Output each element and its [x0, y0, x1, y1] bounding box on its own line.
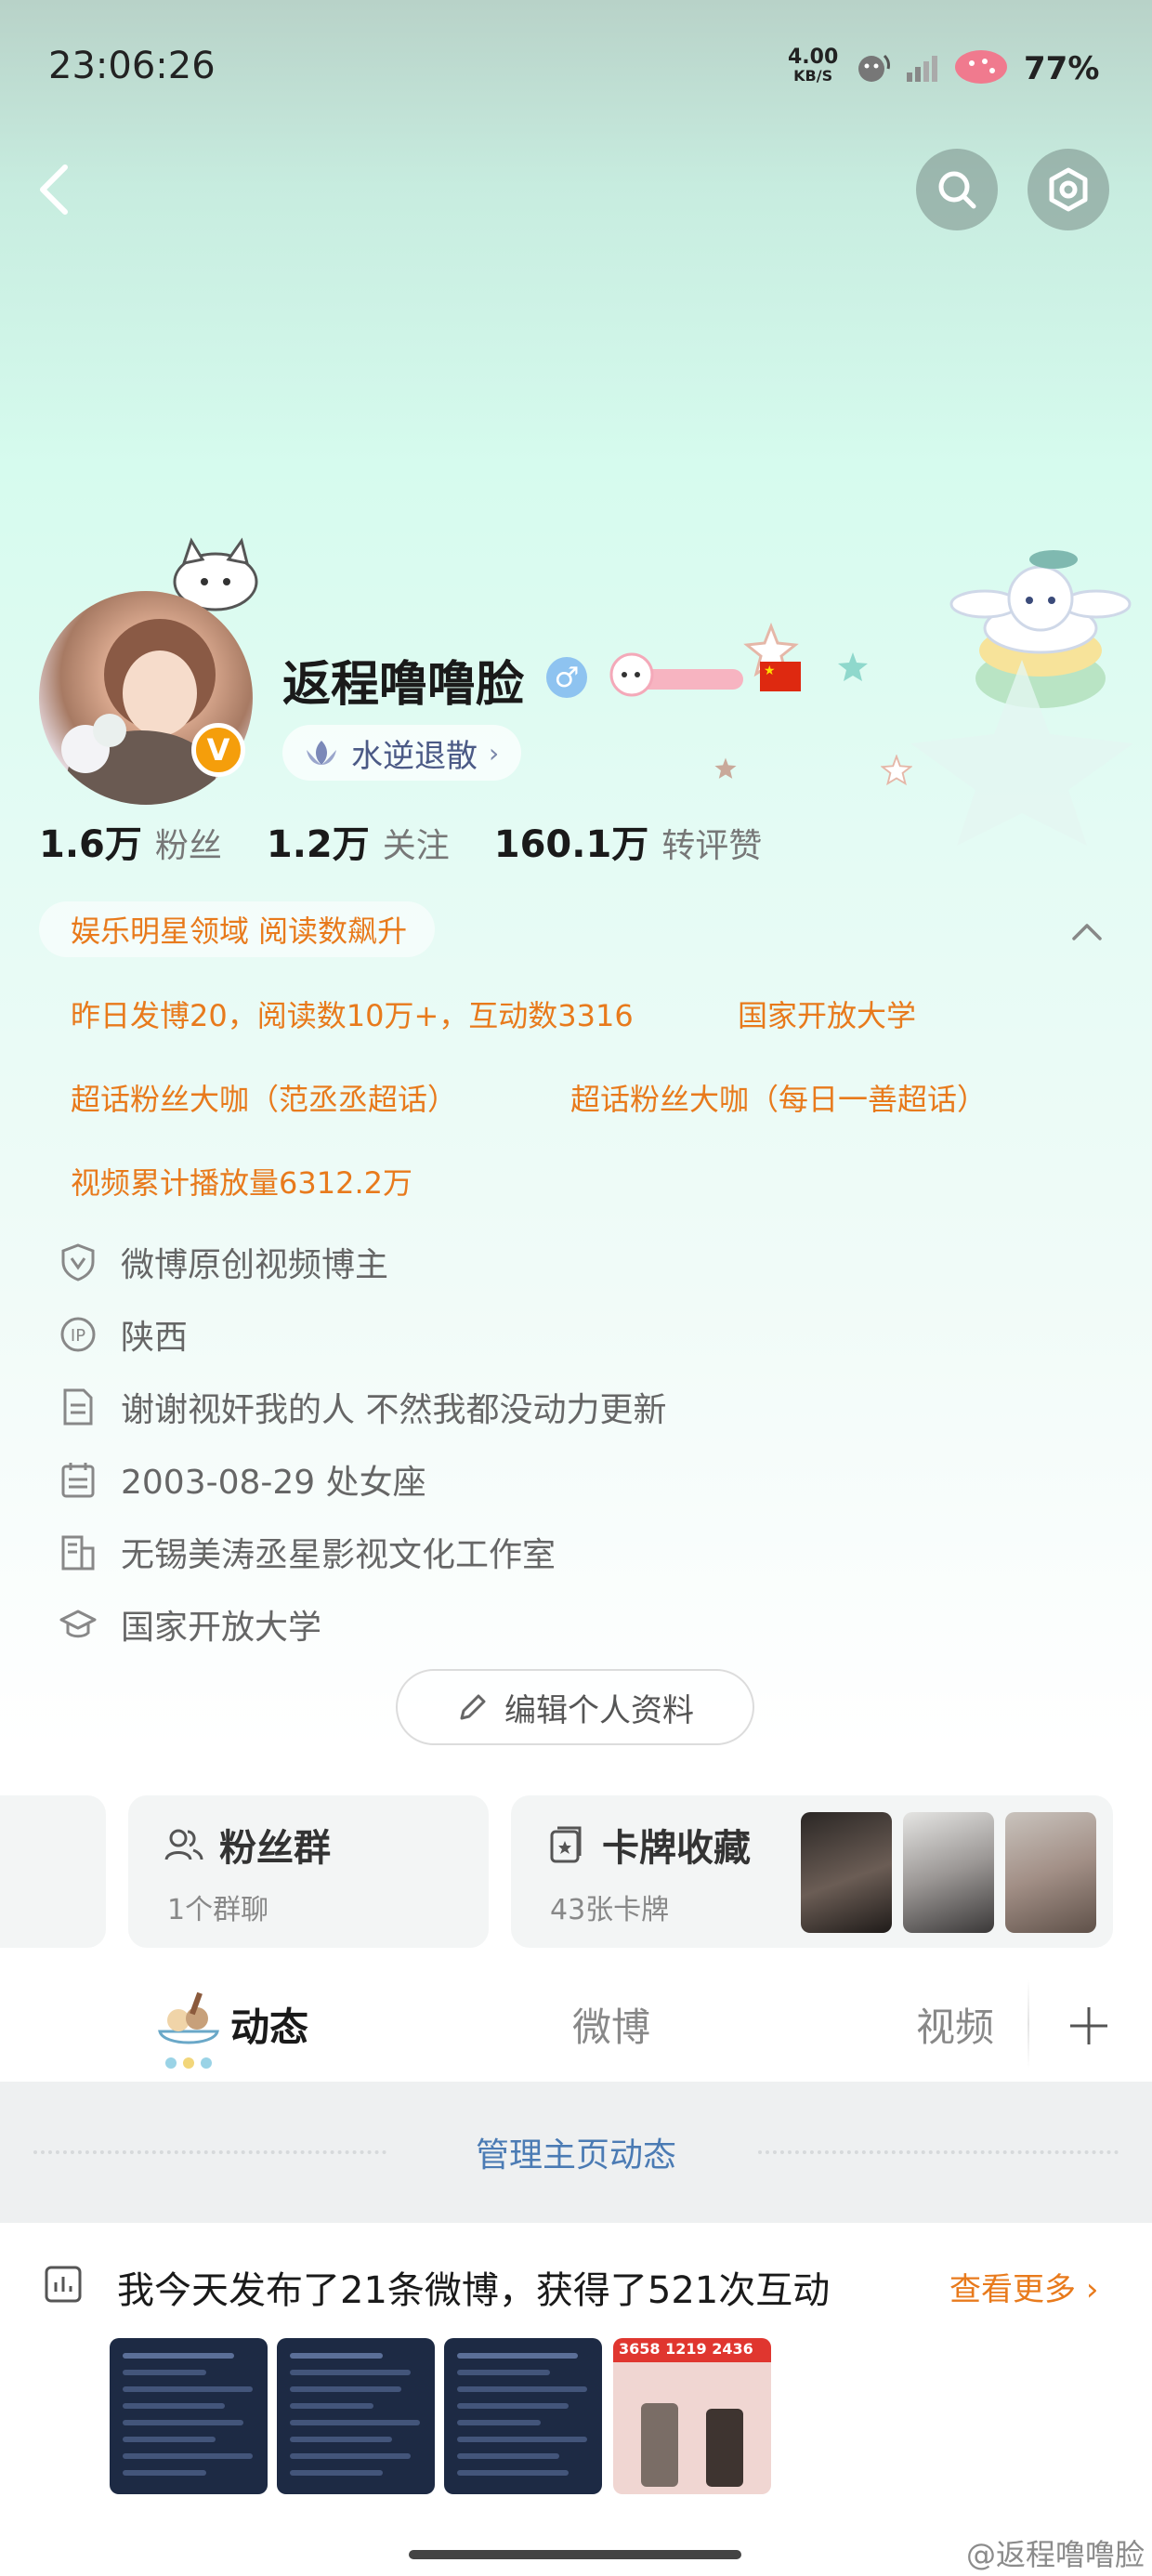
- settings-button[interactable]: [1028, 149, 1109, 230]
- info-text: 国家开放大学: [121, 1609, 322, 1647]
- member-badge-icon[interactable]: [608, 651, 747, 703]
- status-time: 23:06:26: [48, 45, 216, 87]
- following-count[interactable]: 1.2万: [267, 814, 370, 868]
- info-text: 无锡美涛丞星影视文化工作室: [121, 1536, 556, 1574]
- star-icon: [838, 652, 868, 681]
- document-icon: [63, 1388, 93, 1426]
- card-collection-card[interactable]: 卡牌收藏 43张卡牌: [511, 1795, 1113, 1948]
- info-row-company: 无锡美涛丞星影视文化工作室: [58, 1528, 556, 1576]
- card-thumbnail: [801, 1812, 892, 1933]
- tag-supertopic-fan-1[interactable]: 超话粉丝大咖（范丞丞超话）: [71, 1076, 457, 1119]
- tab-weibo[interactable]: 微博: [572, 1996, 650, 2053]
- search-icon: [938, 171, 976, 209]
- search-button[interactable]: [916, 149, 998, 230]
- tag-yesterday-stats[interactable]: 昨日发博20，阅读数10万+，互动数3316: [71, 992, 634, 1035]
- tag-video-plays[interactable]: 视频累计播放量6312.2万: [71, 1160, 412, 1203]
- achievement-tags-header: 娱乐明星领域 阅读数飙升: [39, 901, 1117, 957]
- fan-group-card[interactable]: 粉丝群 1个群聊: [128, 1795, 489, 1948]
- graduation-cap-icon: [59, 1610, 97, 1638]
- group-tag-label: 水逆退散: [351, 737, 478, 775]
- dessert-tab-decoration-icon: [158, 1991, 219, 2069]
- interactions-count: 160.1万: [493, 823, 649, 866]
- chevron-up-icon[interactable]: [1068, 913, 1106, 950]
- fan-group-subtitle: 1个群聊: [167, 1894, 269, 1926]
- followers-count[interactable]: 1.6万: [39, 814, 142, 868]
- verified-badge: V: [191, 723, 245, 777]
- lotus-icon: [307, 741, 336, 765]
- card-collection-title: 卡牌收藏: [602, 1827, 751, 1870]
- battery-icon: [955, 50, 1007, 84]
- summary-thumbnail[interactable]: 3658 1219 2436: [613, 2338, 771, 2494]
- see-more-link[interactable]: 查看更多 ›: [949, 2264, 1098, 2309]
- info-row-birthday: 2003-08-29 处女座: [58, 1455, 426, 1504]
- tag-reads-rising[interactable]: 娱乐明星领域 阅读数飙升: [39, 901, 436, 957]
- net-speed-value: 4.00: [788, 46, 839, 69]
- following-label[interactable]: 关注: [383, 819, 450, 867]
- male-gender-icon: ♂: [546, 657, 587, 698]
- china-flag-icon: ★: [760, 662, 801, 691]
- card-collection-icon: [550, 1826, 582, 1863]
- shield-v-icon: [61, 1243, 95, 1281]
- content-tabs: 动态 微博 视频: [0, 1963, 1152, 2083]
- tab-divider: [1028, 1979, 1029, 2069]
- home-indicator[interactable]: [409, 2550, 741, 2559]
- profile-stats: 1.6万 粉丝 1.2万 关注 160.1万 转评赞: [39, 814, 806, 868]
- summary-thumbnail[interactable]: [110, 2338, 268, 2494]
- interactions-label: 转评赞: [661, 827, 763, 865]
- add-tab-icon[interactable]: [1067, 2004, 1111, 2048]
- info-text: 谢谢视奸我的人 不然我都没动力更新: [121, 1391, 667, 1429]
- edit-profile-button[interactable]: 编辑个人资料: [396, 1669, 754, 1745]
- edit-profile-label: 编辑个人资料: [504, 1691, 694, 1729]
- dotted-divider: [758, 2150, 1119, 2154]
- chevron-right-icon: ›: [489, 737, 500, 769]
- info-text: 微博原创视频博主: [121, 1246, 389, 1284]
- pencil-icon: [460, 1694, 486, 1720]
- star-icon: [714, 757, 737, 779]
- info-text: 陕西: [121, 1319, 189, 1357]
- battery-percent: 77%: [1024, 50, 1100, 87]
- followers-label[interactable]: 粉丝: [155, 819, 222, 867]
- signal-icon: [907, 56, 937, 82]
- card-thumbnail: [1005, 1812, 1096, 1933]
- manage-homepage-strip: 管理主页动态: [0, 2082, 1152, 2223]
- chart-icon: [45, 2266, 82, 2303]
- thumbnail-stats-text: 3658 1219 2436: [619, 2340, 753, 2358]
- tag-university[interactable]: 国家开放大学: [738, 992, 916, 1035]
- company-icon: [61, 1535, 95, 1571]
- tag-supertopic-fan-2[interactable]: 超话粉丝大咖（每日一善超话）: [570, 1076, 987, 1119]
- ip-icon: IP: [60, 1317, 96, 1352]
- summary-thumbnail[interactable]: [277, 2338, 435, 2494]
- gear-icon: [1049, 167, 1088, 212]
- tab-video[interactable]: 视频: [916, 1996, 994, 2053]
- net-speed-unit: KB/S: [793, 67, 833, 85]
- see-more-label: 查看更多: [949, 2271, 1076, 2308]
- status-bar: 23:06:26 4.00 KB/S 77%: [0, 0, 1152, 130]
- star-icon: [881, 755, 912, 786]
- info-row-ip: IP 陕西: [58, 1310, 188, 1359]
- profile-name: 返程噜噜脸: [282, 657, 525, 713]
- group-icon: [164, 1829, 203, 1860]
- card-collection-subtitle: 43张卡牌: [550, 1894, 670, 1926]
- summary-text: 我今天发布了21条微博，获得了521次互动: [117, 2269, 831, 2312]
- svg-text:IP: IP: [71, 1326, 85, 1346]
- net-speed: 4.00 KB/S: [788, 46, 839, 85]
- fan-group-title: 粉丝群: [219, 1827, 331, 1870]
- info-text: 2003-08-29 处女座: [121, 1464, 426, 1502]
- daily-summary: 我今天发布了21条微博，获得了521次互动 查看更多 › 3658 1219 2…: [0, 2223, 1152, 2576]
- watermark: @返程噜噜脸: [966, 2537, 1145, 2572]
- card-thumbnail: [903, 1812, 994, 1933]
- info-row-bio: 谢谢视奸我的人 不然我都没动力更新: [58, 1383, 666, 1431]
- info-row-verification: 微博原创视频博主: [58, 1238, 388, 1286]
- calendar-icon: [61, 1463, 95, 1498]
- tab-activity[interactable]: 动态: [230, 1996, 308, 2053]
- chevron-right-icon: ›: [1085, 2271, 1099, 2308]
- back-arrow-icon[interactable]: [28, 156, 84, 223]
- group-tag-button[interactable]: 水逆退散 ›: [282, 725, 522, 781]
- partial-card[interactable]: [0, 1795, 106, 1948]
- summary-thumbnail[interactable]: [444, 2338, 602, 2494]
- alarm-icon: [858, 54, 890, 82]
- star-decoration-icon: [910, 660, 1133, 846]
- info-row-school: 国家开放大学: [58, 1600, 321, 1649]
